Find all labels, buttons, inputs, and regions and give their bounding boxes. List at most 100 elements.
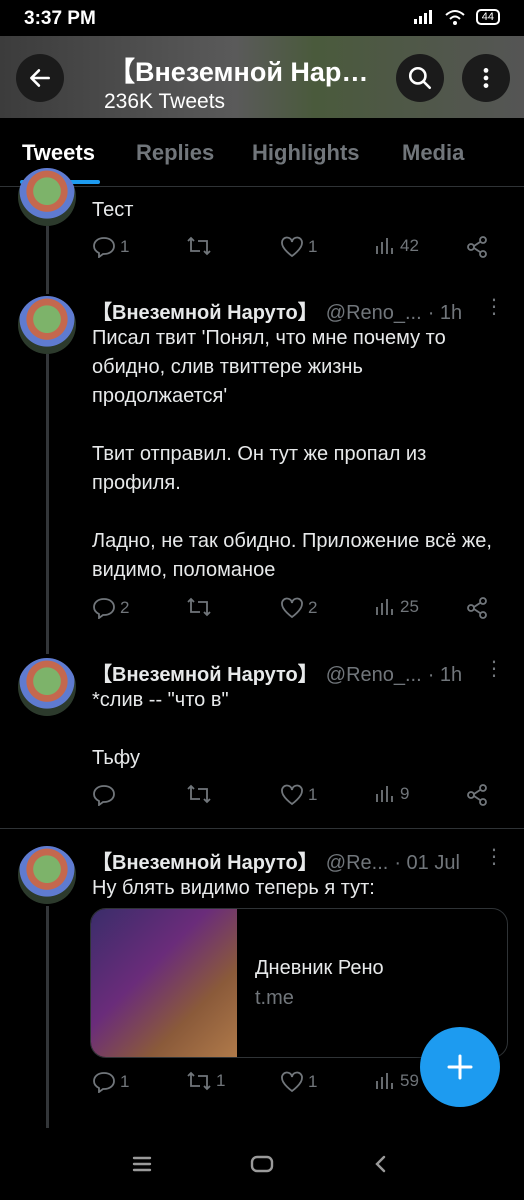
more-vertical-icon (483, 68, 489, 88)
system-nav-bar (0, 1130, 524, 1200)
tab-tweets[interactable]: Tweets (22, 140, 95, 166)
status-icons: 44 (412, 9, 500, 25)
view-count: 9 (400, 784, 410, 803)
link-card-image (91, 909, 237, 1057)
share-button[interactable] (466, 236, 488, 258)
back-arrow-icon (30, 69, 50, 87)
heart-icon (281, 236, 303, 258)
battery-icon: 44 (475, 9, 500, 25)
tweet-actions: 1 1 42 (92, 236, 492, 266)
views-button[interactable]: 42 (374, 236, 419, 256)
back-nav-icon[interactable] (372, 1154, 388, 1174)
avatar[interactable] (18, 168, 76, 226)
link-card-title: Дневник Рено (255, 957, 384, 979)
reply-icon (93, 1072, 115, 1093)
like-button[interactable]: 1 (280, 784, 317, 806)
views-button[interactable]: 59 (374, 1071, 419, 1091)
like-count: 1 (308, 1072, 318, 1091)
home-icon[interactable] (250, 1154, 274, 1174)
tweet-text: Ну блять видимо теперь я тут: (92, 877, 375, 899)
author-handle: @Re... (325, 852, 389, 874)
retweet-count: 1 (216, 1071, 226, 1090)
view-count: 25 (400, 597, 419, 616)
tweet-more-button[interactable]: ⋮ (484, 294, 504, 319)
thread-line (46, 354, 49, 654)
retweet-icon (187, 784, 211, 804)
retweet-icon (187, 1071, 211, 1091)
reply-count: 2 (120, 598, 130, 617)
views-icon (376, 599, 393, 615)
status-time: 3:37 PM (24, 8, 96, 29)
tweet-text: *слив -- "что в" Тьфу (92, 689, 229, 769)
tab-replies[interactable]: Replies (136, 140, 214, 166)
like-button[interactable]: 1 (280, 236, 317, 258)
back-button[interactable] (16, 54, 64, 102)
retweet-button[interactable] (186, 784, 216, 804)
more-button[interactable] (462, 54, 510, 102)
tab-highlights[interactable]: Highlights (252, 140, 360, 166)
profile-tabs: Tweets Replies Highlights Media (0, 118, 524, 187)
tweet-more-button[interactable]: ⋮ (484, 656, 504, 681)
views-button[interactable]: 25 (374, 597, 419, 617)
retweet-button[interactable] (186, 597, 216, 617)
author-name[interactable]: 【Внеземной Наруто】 (92, 302, 318, 324)
retweet-icon (187, 236, 211, 256)
tweet-text: Писал твит 'Понял, что мне почему то оби… (92, 327, 492, 581)
author-handle: @Reno_... (325, 302, 422, 324)
reply-icon (93, 785, 115, 806)
page-title: 【Внеземной Нар… (108, 57, 369, 87)
heart-icon (281, 1071, 303, 1093)
author-name[interactable]: 【Внеземной Наруто】 (92, 664, 318, 686)
views-icon (376, 1073, 393, 1089)
search-button[interactable] (396, 54, 444, 102)
retweet-button[interactable]: 1 (186, 1071, 225, 1091)
signal-icon (413, 10, 432, 24)
tweet-more-button[interactable]: ⋮ (484, 844, 504, 869)
views-icon (376, 238, 393, 254)
retweet-button[interactable] (186, 236, 216, 256)
tweet-time: · 1h (427, 302, 463, 324)
views-button[interactable]: 9 (374, 784, 409, 804)
recent-apps-icon[interactable] (132, 1155, 152, 1173)
share-button[interactable] (466, 784, 488, 806)
tab-media[interactable]: Media (402, 140, 464, 166)
author-handle: @Reno_... (325, 664, 422, 686)
thread-line (46, 906, 49, 1128)
view-count: 42 (400, 236, 419, 255)
compose-tweet-button[interactable] (420, 1027, 500, 1107)
tweet-actions: 1 9 (92, 784, 492, 814)
reply-button[interactable]: 1 (92, 1071, 129, 1093)
avatar[interactable] (18, 658, 76, 716)
views-icon (376, 786, 393, 802)
share-button[interactable] (466, 597, 488, 619)
tweet-author-row: 【Внеземной Наруто】 @Re... · 01 Jul (92, 846, 460, 875)
profile-header: 【Внеземной Нар… 236K Tweets (0, 36, 524, 118)
like-count: 1 (308, 237, 318, 256)
like-button[interactable]: 1 (280, 1071, 317, 1093)
like-count: 1 (308, 785, 318, 804)
tweet-time: · 1h (427, 664, 463, 686)
heart-icon (281, 597, 303, 619)
search-icon (408, 66, 432, 90)
tweet-separator (0, 828, 524, 829)
tweet-actions: 2 2 25 (92, 597, 492, 627)
avatar[interactable] (18, 846, 76, 904)
tweet-time: · 01 Jul (394, 852, 460, 874)
view-count: 59 (400, 1071, 419, 1090)
tweet-count: 236K Tweets (104, 90, 226, 113)
like-count: 2 (308, 598, 318, 617)
tweet-author-row: 【Внеземной Наруто】 @Reno_... · 1h (92, 296, 462, 325)
plus-icon (447, 1054, 473, 1080)
reply-button[interactable] (92, 784, 120, 806)
heart-icon (281, 784, 303, 806)
like-button[interactable]: 2 (280, 597, 317, 619)
wifi-icon (445, 10, 465, 25)
reply-button[interactable]: 1 (92, 236, 129, 258)
author-name[interactable]: 【Внеземной Наруто】 (92, 852, 318, 874)
reply-icon (93, 237, 115, 258)
status-bar: 3:37 PM 44 (0, 0, 524, 36)
avatar[interactable] (18, 296, 76, 354)
retweet-icon (187, 597, 211, 617)
reply-button[interactable]: 2 (92, 597, 129, 619)
share-icon (467, 236, 487, 258)
